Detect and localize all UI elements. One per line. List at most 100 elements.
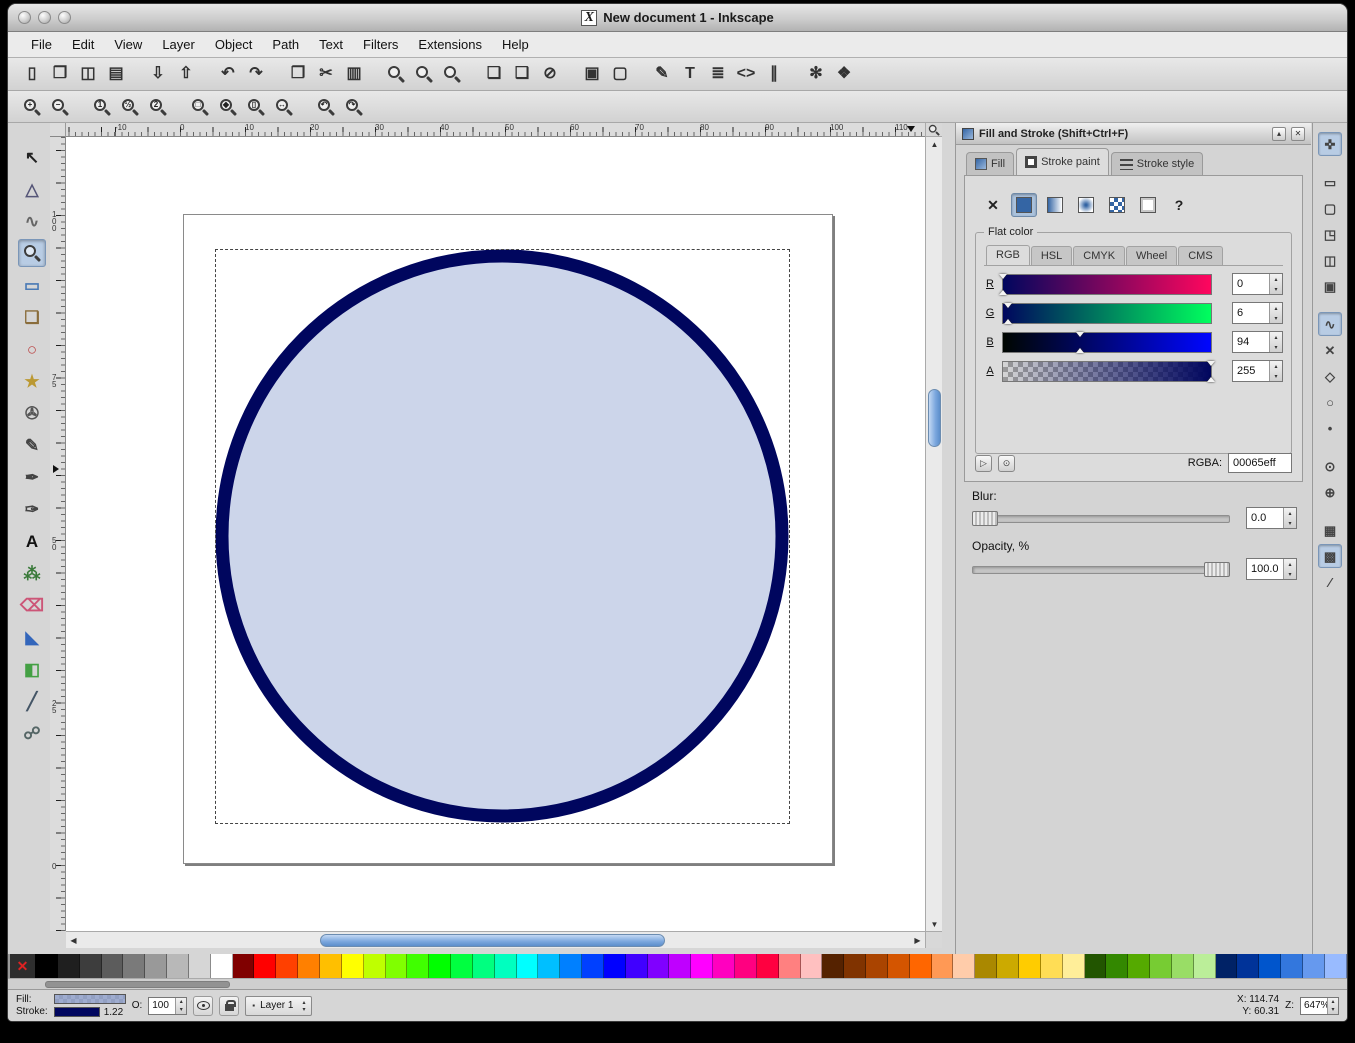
zoom-drawing-button[interactable]: ◆ (215, 94, 241, 120)
scroll-up-arrow[interactable]: ▲ (927, 137, 942, 151)
palette-swatch[interactable] (386, 954, 408, 978)
palette-swatch[interactable] (1063, 954, 1085, 978)
palette-swatch[interactable] (320, 954, 342, 978)
menu-object[interactable]: Object (206, 34, 262, 55)
palette-swatch[interactable] (298, 954, 320, 978)
tab-stroke-paint[interactable]: Stroke paint (1016, 148, 1109, 175)
create-clone-button[interactable]: ❑ (509, 61, 535, 87)
spin-arrows[interactable]: ▴▾ (175, 998, 186, 1014)
menu-extensions[interactable]: Extensions (409, 34, 491, 55)
shade-panel-button[interactable]: ▴ (1272, 127, 1286, 141)
spiral-tool[interactable]: ✇ (18, 399, 46, 427)
linear-gradient-button[interactable] (1042, 193, 1068, 217)
palette-swatch[interactable] (669, 954, 691, 978)
snap-bbox-edge-midpoints-button[interactable]: ◫ (1318, 248, 1342, 272)
zoom-page-button[interactable]: ▯ (243, 94, 269, 120)
document-properties-button[interactable]: ❖ (831, 61, 857, 87)
snap-smooth-nodes-button[interactable]: ○ (1318, 390, 1342, 414)
palette-swatch[interactable] (276, 954, 298, 978)
color-tab-cmyk[interactable]: CMYK (1073, 246, 1125, 265)
unlink-clone-button[interactable]: ⊘ (537, 61, 563, 87)
text-tool[interactable]: A (18, 527, 46, 555)
spin-arrows[interactable]: ▴▾ (1283, 508, 1296, 528)
close-panel-button[interactable]: ✕ (1291, 127, 1305, 141)
open-document-button[interactable]: ❒ (47, 61, 73, 87)
green-spinbox[interactable]: 6▴▾ (1232, 302, 1283, 324)
zoom-to-selection-button[interactable] (383, 61, 409, 87)
zoom-selection-button[interactable]: □ (187, 94, 213, 120)
snap-bbox-corners-button[interactable]: ◳ (1318, 222, 1342, 246)
vertical-scrollbar[interactable]: ▲ ▼ (925, 137, 942, 931)
close-window-button[interactable] (18, 11, 31, 24)
vertical-ruler[interactable]: 1 0 07 55 02 50 (50, 137, 66, 931)
palette-swatch[interactable] (1325, 954, 1347, 978)
zoom-out-button[interactable]: − (47, 94, 73, 120)
snap-grid-button[interactable]: ▩ (1318, 544, 1342, 568)
palette-swatch[interactable] (888, 954, 910, 978)
palette-swatch[interactable] (713, 954, 735, 978)
layer-selector[interactable]: ▪ Layer 1 ▴▾ (245, 996, 312, 1016)
blue-slider[interactable] (1002, 332, 1212, 353)
rgba-input[interactable]: 00065eff (1228, 453, 1292, 473)
palette-swatch[interactable] (233, 954, 255, 978)
xml-editor-button[interactable]: <> (733, 61, 759, 87)
horizontal-scrollbar[interactable]: ◀ ▶ (66, 931, 925, 948)
zoom-next-button[interactable]: ↷ (341, 94, 367, 120)
snap-bbox-centers-button[interactable]: ▣ (1318, 274, 1342, 298)
box3d-tool[interactable]: ❑ (18, 303, 46, 331)
palette-swatch[interactable] (626, 954, 648, 978)
opacity-slider-thumb[interactable] (1204, 562, 1230, 577)
zoom-previous-button[interactable]: ↶ (313, 94, 339, 120)
fill-stroke-dialog-button[interactable]: ✎ (649, 61, 675, 87)
sticky-zoom-button[interactable] (925, 123, 942, 137)
green-slider[interactable] (1002, 303, 1212, 324)
palette-swatch[interactable] (997, 954, 1019, 978)
snap-rotation-centers-button[interactable]: ⊕ (1318, 480, 1342, 504)
selector-tool[interactable]: ↖ (18, 143, 46, 171)
gamut-indicator-button[interactable]: ⊙ (998, 455, 1015, 472)
print-document-button[interactable]: ▤ (103, 61, 129, 87)
palette-swatch[interactable] (1041, 954, 1063, 978)
rectangle-tool[interactable]: ▭ (18, 271, 46, 299)
export-bitmap-button[interactable]: ⇧ (173, 61, 199, 87)
color-tab-cms[interactable]: CMS (1178, 246, 1222, 265)
blur-slider-thumb[interactable] (972, 511, 998, 526)
ungroup-button[interactable]: ▢ (607, 61, 633, 87)
titlebar[interactable]: X New document 1 - Inkscape (8, 4, 1347, 32)
palette-swatch[interactable] (779, 954, 801, 978)
flat-color-button[interactable] (1011, 193, 1037, 217)
cut-button[interactable]: ✂ (313, 61, 339, 87)
zoom-to-page-button[interactable] (439, 61, 465, 87)
paste-button[interactable]: ▥ (341, 61, 367, 87)
spin-arrows[interactable]: ▴▾ (1269, 332, 1282, 352)
spin-arrows[interactable]: ▴▾ (1269, 274, 1282, 294)
connector-tool[interactable]: ☍ (18, 719, 46, 747)
horizontal-ruler[interactable]: -100102030405060708090100110 (66, 123, 925, 137)
palette-swatch[interactable] (342, 954, 364, 978)
snap-path-intersections-button[interactable]: ✕ (1318, 338, 1342, 362)
palette-swatch[interactable] (844, 954, 866, 978)
palette-swatch[interactable] (364, 954, 386, 978)
spin-arrows[interactable]: ▴▾ (1269, 303, 1282, 323)
stroke-indicator[interactable] (54, 1007, 100, 1017)
snap-page-border-button[interactable]: ▦ (1318, 518, 1342, 542)
palette-swatch[interactable] (801, 954, 823, 978)
snap-guides-button[interactable]: ∕ (1318, 570, 1342, 594)
palette-scroll-thumb[interactable] (45, 981, 230, 988)
blue-spinbox[interactable]: 94▴▾ (1232, 331, 1283, 353)
dropper-tool[interactable]: ╱ (18, 687, 46, 715)
palette-swatch[interactable] (582, 954, 604, 978)
paint-bucket-tool[interactable]: ◣ (18, 623, 46, 651)
pencil-tool[interactable]: ✎ (18, 431, 46, 459)
node-tool[interactable]: △ (18, 175, 46, 203)
ellipse-tool[interactable]: ○ (18, 335, 46, 363)
snap-bbox-button[interactable]: ▭ (1318, 170, 1342, 194)
palette-swatch[interactable] (254, 954, 276, 978)
star-tool[interactable]: ★ (18, 367, 46, 395)
vertical-scroll-thumb[interactable] (928, 389, 941, 447)
zoom-1-1-button[interactable]: 1 (89, 94, 115, 120)
zoom-spinbox[interactable]: 647%▴▾ (1300, 997, 1339, 1015)
spray-tool[interactable]: ⁂ (18, 559, 46, 587)
opacity-slider[interactable] (972, 561, 1230, 578)
palette-swatch[interactable] (1019, 954, 1041, 978)
